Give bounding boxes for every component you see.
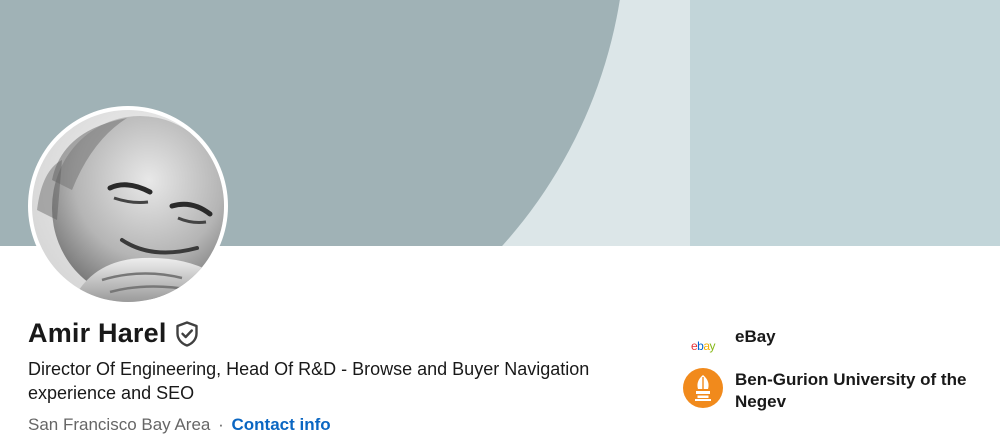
profile-photo[interactable] — [28, 106, 228, 306]
company-name: eBay — [735, 327, 776, 346]
profile-name: Amir Harel — [28, 318, 167, 348]
location-row: San Francisco Bay Area · Contact info — [28, 415, 331, 435]
banner-right-panel — [690, 0, 1000, 246]
name-row: Amir Harel — [28, 318, 199, 349]
shield-check-icon[interactable] — [175, 320, 199, 347]
ebay-logo-icon: ebay — [683, 326, 723, 366]
contact-info-link[interactable]: Contact info — [232, 415, 331, 434]
school-name: Ben-Gurion University of the Negev — [735, 370, 967, 411]
profile-headline: Director Of Engineering, Head Of R&D - B… — [28, 359, 590, 403]
avatar-image — [32, 110, 224, 302]
current-company-ebay[interactable]: ebay eBay — [683, 326, 975, 366]
ebay-logo-letter-y: y — [709, 339, 716, 353]
university-logo-icon — [683, 368, 723, 408]
profile-location: San Francisco Bay Area — [28, 415, 211, 434]
separator-dot: · — [218, 415, 224, 434]
education-ben-gurion[interactable]: Ben-Gurion University of the Negev — [683, 368, 975, 413]
